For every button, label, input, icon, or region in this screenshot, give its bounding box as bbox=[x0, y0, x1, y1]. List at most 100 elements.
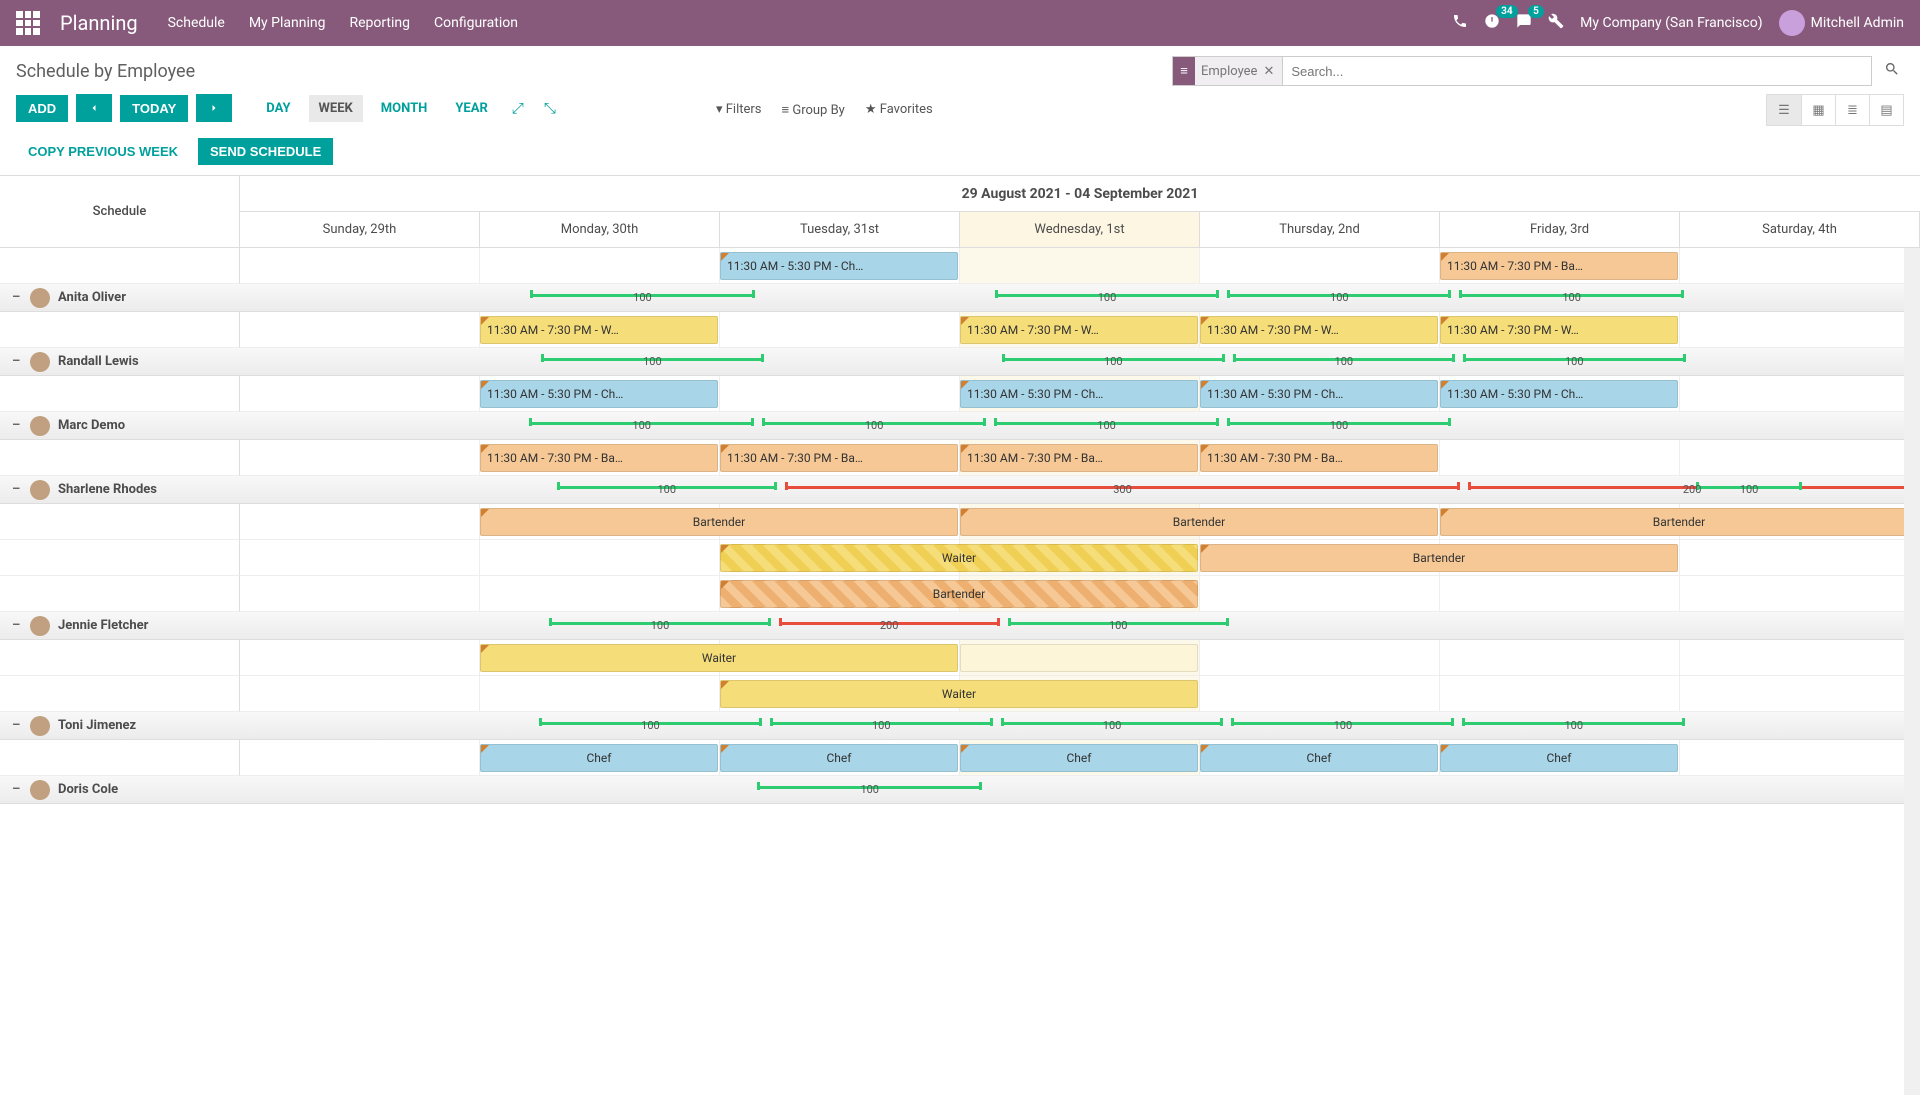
shift-bar[interactable]: Bartender bbox=[720, 580, 1198, 608]
gantt-cell[interactable] bbox=[1680, 576, 1920, 612]
collapse-toggle-icon[interactable]: – bbox=[12, 354, 22, 369]
send-schedule-button[interactable]: SEND SCHEDULE bbox=[198, 138, 333, 165]
menu-my-planning[interactable]: My Planning bbox=[249, 15, 326, 31]
gantt-cell[interactable] bbox=[240, 376, 480, 412]
gantt-cell[interactable] bbox=[1680, 440, 1920, 476]
shift-bar[interactable]: Bartender bbox=[1440, 508, 1918, 536]
employee-header[interactable]: –Randall Lewis100100100100 bbox=[0, 348, 1920, 376]
gantt-cell[interactable] bbox=[480, 248, 720, 284]
gantt-cell[interactable] bbox=[240, 248, 480, 284]
gantt-cell[interactable] bbox=[1200, 640, 1440, 676]
shift-bar[interactable]: 11:30 AM - 5:30 PM - Ch… bbox=[960, 380, 1198, 408]
shift-bar[interactable]: 11:30 AM - 7:30 PM - Ba… bbox=[1200, 444, 1438, 472]
shift-bar[interactable]: 11:30 AM - 5:30 PM - Ch… bbox=[1440, 380, 1678, 408]
groupby-dropdown[interactable]: ≡ Group By bbox=[782, 102, 845, 118]
shift-bar[interactable]: Waiter bbox=[720, 680, 1198, 708]
gantt-cell[interactable] bbox=[480, 576, 720, 612]
today-button[interactable]: TODAY bbox=[120, 95, 188, 122]
shift-bar[interactable]: 11:30 AM - 7:30 PM - W… bbox=[1200, 316, 1438, 344]
shift-bar[interactable]: 11:30 AM - 5:30 PM - Ch… bbox=[480, 380, 718, 408]
company-switcher[interactable]: My Company (San Francisco) bbox=[1580, 15, 1762, 31]
collapse-icon[interactable]: ⤡ bbox=[538, 99, 562, 117]
shift-bar[interactable]: Chef bbox=[720, 744, 958, 772]
collapse-toggle-icon[interactable]: – bbox=[12, 718, 22, 733]
gantt-cell[interactable] bbox=[240, 576, 480, 612]
view-calendar-icon[interactable]: ▦ bbox=[1801, 95, 1835, 125]
shift-bar[interactable]: 11:30 AM - 7:30 PM - Ba… bbox=[960, 444, 1198, 472]
gantt-cell[interactable] bbox=[1680, 376, 1920, 412]
gantt-cell[interactable] bbox=[1440, 676, 1680, 712]
search-icon[interactable] bbox=[1872, 61, 1904, 81]
employee-header[interactable]: –Sharlene Rhodes100300200100 bbox=[0, 476, 1920, 504]
gantt-cell[interactable] bbox=[960, 248, 1200, 284]
gantt-cell[interactable] bbox=[720, 312, 960, 348]
gantt-cell[interactable] bbox=[1680, 248, 1920, 284]
gantt-cell[interactable] bbox=[1200, 248, 1440, 284]
view-kanban-icon[interactable]: ▤ bbox=[1869, 95, 1903, 125]
shift-bar[interactable]: Waiter bbox=[480, 644, 958, 672]
scrollbar[interactable]: ▲ bbox=[1904, 176, 1920, 1095]
collapse-toggle-icon[interactable]: – bbox=[12, 782, 22, 797]
favorites-dropdown[interactable]: ★ Favorites bbox=[865, 102, 933, 118]
employee-header[interactable]: –Doris Cole100 bbox=[0, 776, 1920, 804]
view-list-icon[interactable]: ≣ bbox=[1835, 95, 1869, 125]
search-input[interactable] bbox=[1283, 64, 1871, 79]
shift-bar[interactable]: Bartender bbox=[960, 508, 1438, 536]
add-button[interactable]: ADD bbox=[16, 95, 68, 122]
gantt-cell[interactable] bbox=[480, 676, 720, 712]
employee-header[interactable]: –Anita Oliver100100100100 bbox=[0, 284, 1920, 312]
shift-bar[interactable]: 11:30 AM - 7:30 PM - W… bbox=[960, 316, 1198, 344]
shift-bar[interactable]: 11:30 AM - 7:30 PM - Ba… bbox=[1440, 252, 1678, 280]
menu-schedule[interactable]: Schedule bbox=[168, 15, 225, 31]
shift-bar[interactable]: Chef bbox=[480, 744, 718, 772]
gantt-cell[interactable] bbox=[240, 504, 480, 540]
gantt-cell[interactable] bbox=[240, 440, 480, 476]
employee-header[interactable]: –Jennie Fletcher100200100 bbox=[0, 612, 1920, 640]
gantt-cell[interactable] bbox=[1440, 576, 1680, 612]
shift-bar[interactable]: 11:30 AM - 7:30 PM - Ba… bbox=[480, 444, 718, 472]
gantt-cell[interactable] bbox=[1200, 676, 1440, 712]
gantt-cell[interactable] bbox=[1440, 640, 1680, 676]
gantt-cell[interactable] bbox=[240, 676, 480, 712]
gantt-cell[interactable] bbox=[1680, 540, 1920, 576]
shift-bar[interactable]: Chef bbox=[1440, 744, 1678, 772]
employee-header[interactable]: –Marc Demo100100100100 bbox=[0, 412, 1920, 440]
gantt-cell[interactable] bbox=[1680, 312, 1920, 348]
collapse-toggle-icon[interactable]: – bbox=[12, 482, 22, 497]
shift-bar[interactable] bbox=[960, 644, 1198, 672]
user-menu[interactable]: Mitchell Admin bbox=[1779, 10, 1904, 36]
discuss-icon[interactable]: 5 bbox=[1516, 13, 1532, 33]
gantt-cell[interactable] bbox=[240, 640, 480, 676]
gantt-cell[interactable] bbox=[480, 540, 720, 576]
collapse-toggle-icon[interactable]: – bbox=[12, 290, 22, 305]
expand-icon[interactable]: ⤢ bbox=[506, 99, 530, 117]
gantt-cell[interactable] bbox=[1680, 740, 1920, 776]
gantt-cell[interactable] bbox=[1200, 576, 1440, 612]
collapse-toggle-icon[interactable]: – bbox=[12, 418, 22, 433]
range-week[interactable]: WEEK bbox=[309, 95, 363, 122]
gantt-cell[interactable] bbox=[240, 312, 480, 348]
view-gantt-icon[interactable]: ☰ bbox=[1767, 95, 1801, 125]
copy-previous-week-button[interactable]: COPY PREVIOUS WEEK bbox=[16, 138, 190, 165]
shift-bar[interactable]: 11:30 AM - 5:30 PM - Ch… bbox=[1200, 380, 1438, 408]
shift-bar[interactable]: 11:30 AM - 7:30 PM - Ba… bbox=[720, 444, 958, 472]
employee-header[interactable]: –Toni Jimenez100100100100100 bbox=[0, 712, 1920, 740]
filters-dropdown[interactable]: ▾ Filters bbox=[716, 102, 762, 118]
range-month[interactable]: MONTH bbox=[371, 95, 438, 122]
gantt-cell[interactable] bbox=[1680, 676, 1920, 712]
shift-bar[interactable]: Waiter bbox=[720, 544, 1198, 572]
facet-remove-icon[interactable]: ✕ bbox=[1257, 64, 1280, 79]
shift-bar[interactable]: Bartender bbox=[1200, 544, 1678, 572]
shift-bar[interactable]: Chef bbox=[960, 744, 1198, 772]
collapse-toggle-icon[interactable]: – bbox=[12, 618, 22, 633]
activity-icon[interactable]: 34 bbox=[1484, 13, 1500, 33]
range-year[interactable]: YEAR bbox=[445, 95, 497, 122]
search-box[interactable]: ≡ Employee ✕ bbox=[1172, 56, 1872, 86]
gantt-cell[interactable] bbox=[720, 376, 960, 412]
range-day[interactable]: DAY bbox=[256, 95, 300, 122]
menu-reporting[interactable]: Reporting bbox=[349, 15, 410, 31]
phone-icon[interactable] bbox=[1452, 13, 1468, 33]
shift-bar[interactable]: Bartender bbox=[480, 508, 958, 536]
next-button[interactable] bbox=[196, 94, 232, 122]
debug-icon[interactable] bbox=[1548, 13, 1564, 33]
